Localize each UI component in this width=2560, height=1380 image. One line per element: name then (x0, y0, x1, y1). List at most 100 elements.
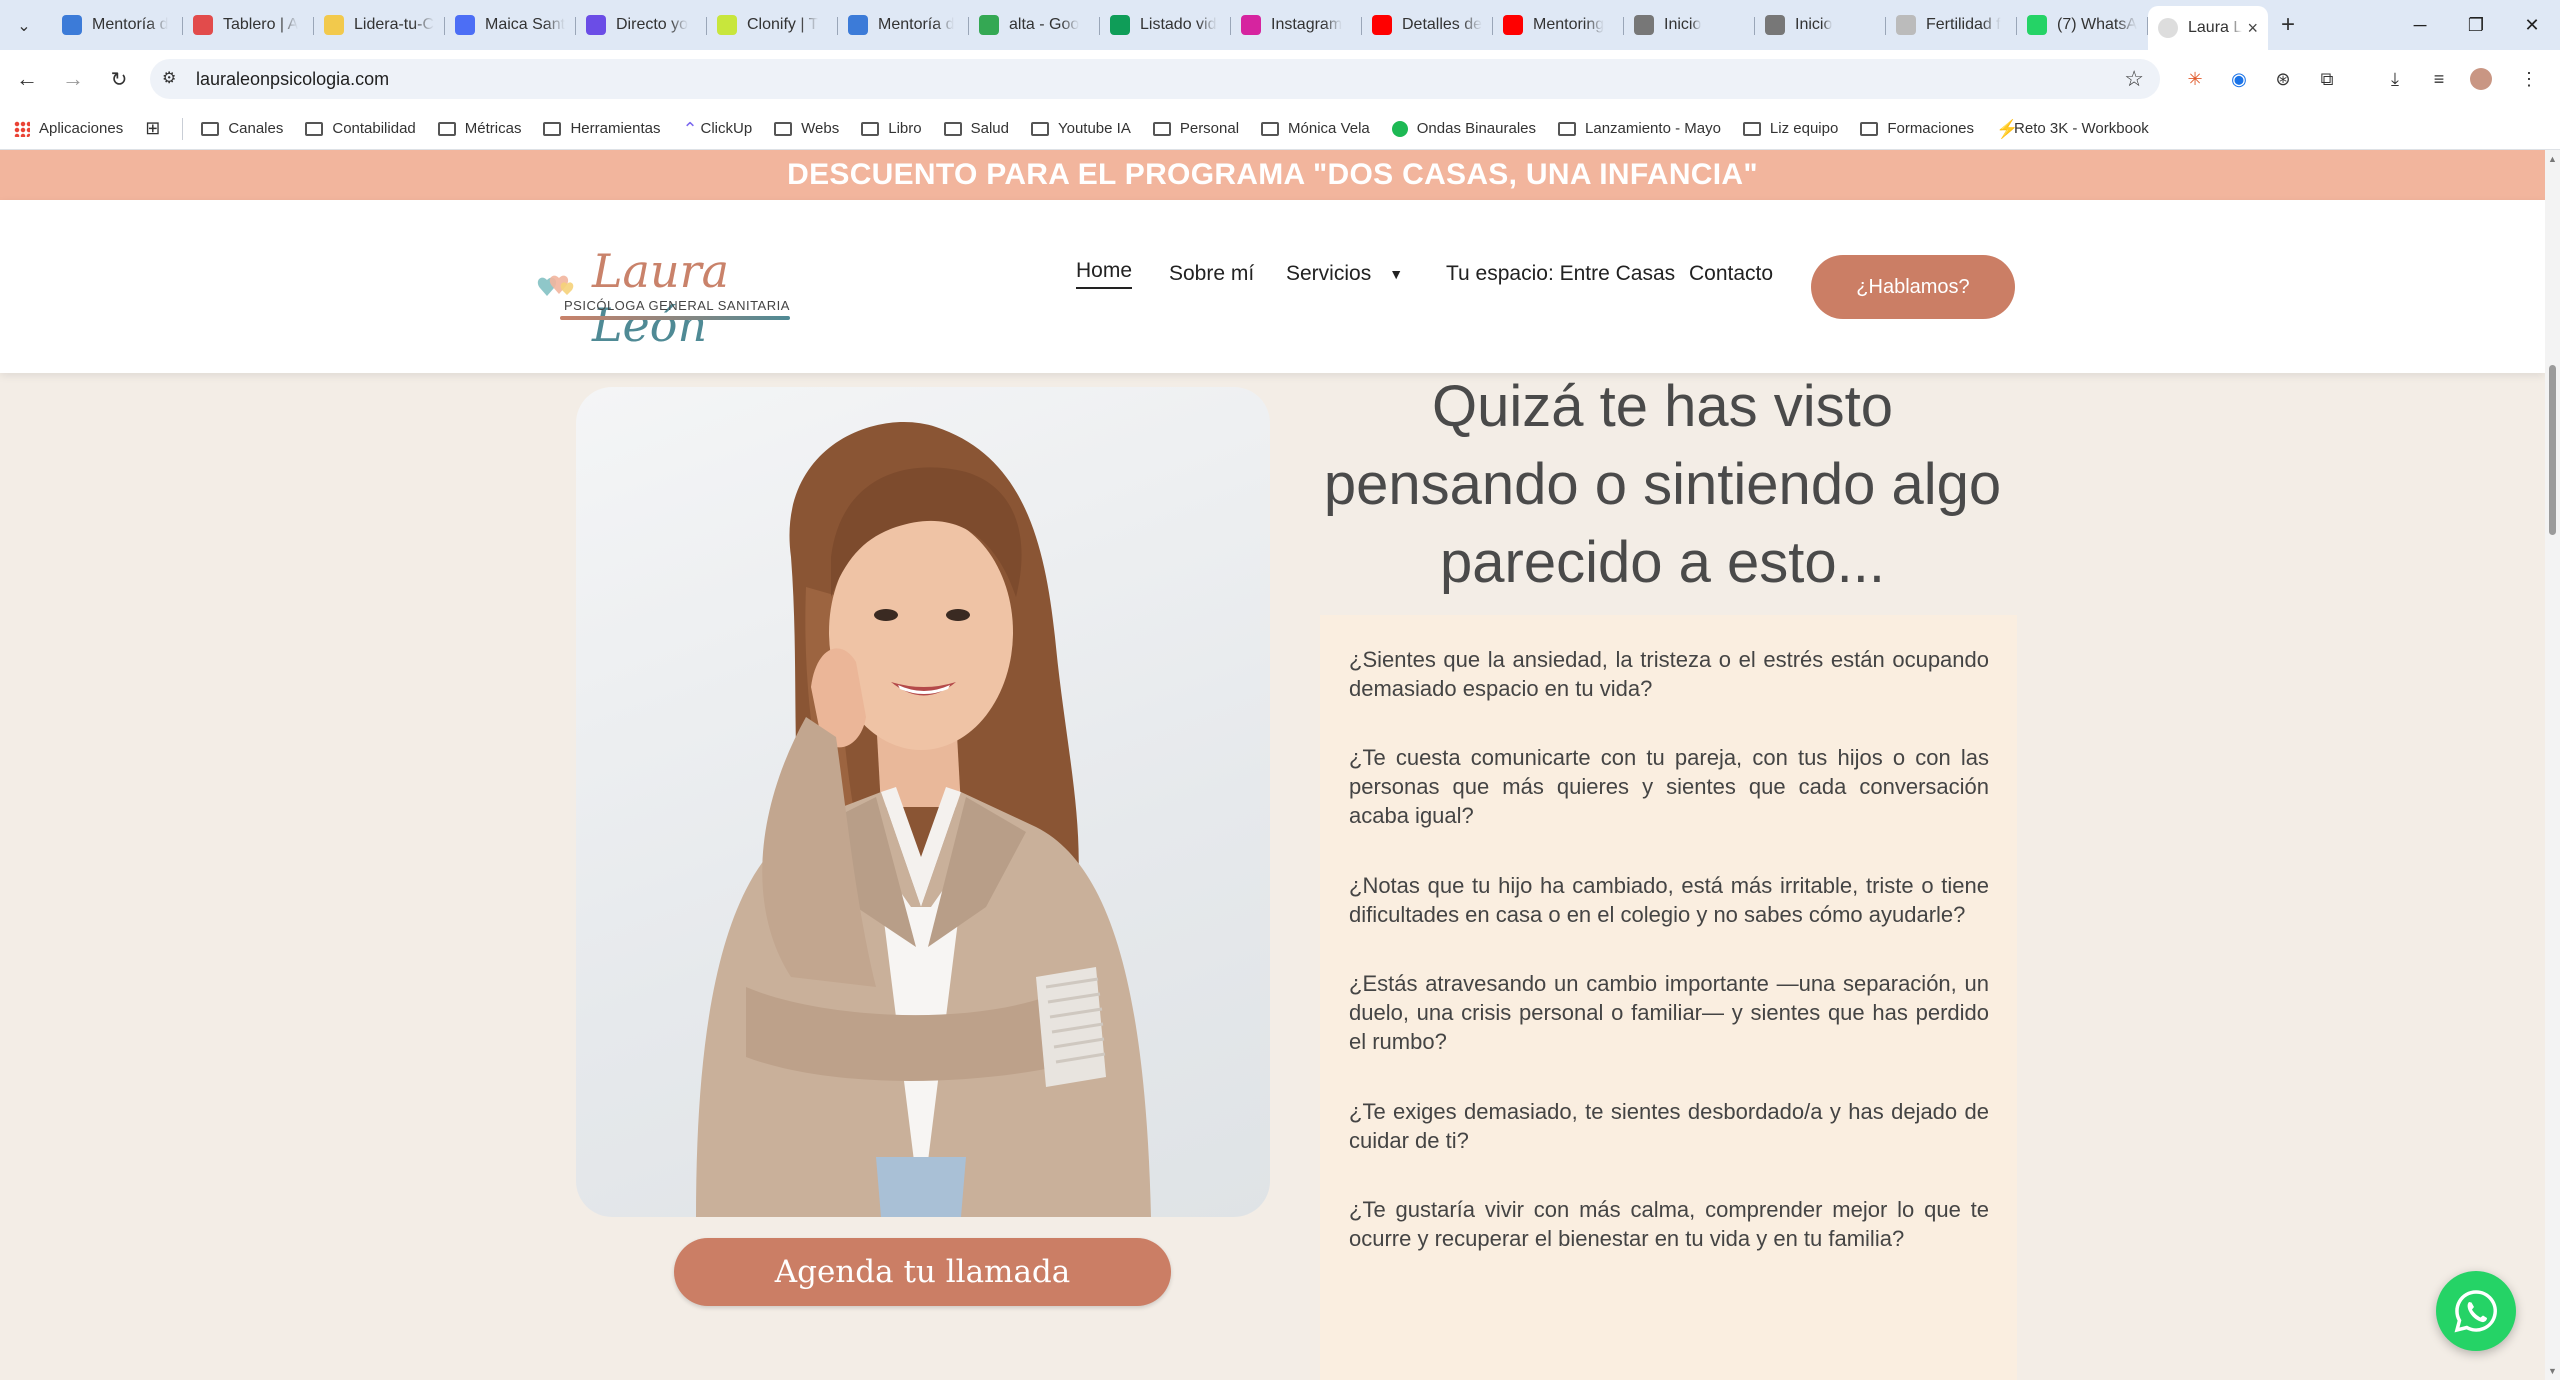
site-logo[interactable]: Laura León PSICÓLOGA GENERAL SANITARIA (532, 244, 802, 352)
bookmark-item[interactable]: ⚡ Reto 3K - Workbook (1996, 120, 2149, 138)
browser-tab[interactable]: Detalles de (1362, 6, 1493, 44)
bookmark-item[interactable]: Ondas Binaurales (1391, 120, 1537, 137)
question-item: ¿Notas que tu hijo ha cambiado, está más… (1349, 873, 1989, 927)
bookmark-label: Youtube IA (1057, 120, 1131, 137)
browser-menu-icon[interactable]: ⋮ (2516, 66, 2542, 92)
bookmark-item[interactable]: Formaciones (1860, 120, 1974, 137)
bookmark-item[interactable]: Salud (943, 120, 1009, 137)
back-arrow-icon[interactable]: ← (12, 64, 42, 94)
bookmark-label: Lanzamiento - Mayo (1585, 120, 1721, 137)
nav-space[interactable]: Tu espacio: Entre Casas (1446, 262, 1675, 286)
bookmark-separator (182, 117, 184, 140)
question-item: ¿Estás atravesando un cambio importante … (1349, 971, 1989, 1054)
close-window-icon[interactable]: ✕ (2504, 0, 2560, 50)
bookmark-label: Herramientas (570, 120, 661, 137)
minimize-icon[interactable]: ─ (2392, 0, 2448, 50)
tab-groups-grid-icon[interactable]: ⊞ (145, 118, 160, 139)
s-logo-icon (62, 15, 82, 35)
page-scrollbar[interactable]: ▲ ▼ (2545, 150, 2560, 1380)
youtube-icon (1503, 15, 1523, 35)
folder-icon (774, 121, 793, 136)
browser-tab[interactable]: (7) WhatsA (2017, 6, 2148, 44)
bookmark-item[interactable]: Contabilidad (305, 120, 416, 137)
nav-home[interactable]: Home (1076, 259, 1133, 289)
browser-tab[interactable]: Inicio (1624, 6, 1755, 44)
tab-title: Instagram (1271, 16, 1343, 33)
browser-tab[interactable]: alta - Goo (969, 6, 1100, 44)
tab-title: Mentoría d (878, 16, 955, 33)
bookmark-label: Liz equipo (1769, 120, 1839, 137)
url-text[interactable]: lauraleonpsicologia.com (196, 69, 389, 90)
profile-avatar[interactable] (2470, 68, 2492, 90)
bookmark-label: Webs (801, 120, 840, 137)
bookmark-item[interactable]: Libro (861, 120, 922, 137)
tab-title: alta - Goo (1009, 16, 1080, 33)
bookmark-item[interactable]: Youtube IA (1030, 120, 1131, 137)
hablamos-button[interactable]: ¿Hablamos? (1811, 255, 2015, 319)
browser-tab[interactable]: Maica Sant (445, 6, 576, 44)
extension-claude-icon[interactable]: ✳ (2182, 66, 2208, 92)
bookmark-item[interactable]: Herramientas (543, 120, 660, 137)
scrollbar-thumb[interactable] (2549, 365, 2556, 535)
forward-arrow-icon[interactable]: → (58, 64, 88, 94)
clonify-icon (717, 15, 737, 35)
browser-tab[interactable]: Inicio (1755, 6, 1886, 44)
extension-lens-icon[interactable]: ◉ (2226, 66, 2252, 92)
browser-tab[interactable]: Mentoría d (52, 6, 183, 44)
scroll-down-arrow-icon[interactable]: ▼ (2548, 1366, 2557, 1376)
agenda-llamada-button[interactable]: Agenda tu llamada (674, 1238, 1171, 1306)
close-tab-icon[interactable]: × (2247, 18, 2258, 39)
nav-contact[interactable]: Contacto (1689, 262, 1773, 286)
bookmark-item[interactable]: Lanzamiento - Mayo (1558, 120, 1721, 137)
scroll-up-arrow-icon[interactable]: ▲ (2548, 154, 2557, 164)
bookmark-label: Reto 3K - Workbook (2014, 120, 2149, 137)
nav-services[interactable]: Servicios ▼ (1286, 262, 1403, 286)
browser-tab[interactable]: Mentoría d (838, 6, 969, 44)
promo-banner[interactable]: DESCUENTO PARA EL PROGRAMA "DOS CASAS, U… (0, 150, 2545, 200)
tab-title: Inicio (1664, 16, 1702, 33)
extension-openai-icon[interactable]: ⊛ (2270, 66, 2296, 92)
browser-tab[interactable]: Directo yo (576, 6, 707, 44)
bookmark-item[interactable]: Canales (201, 120, 283, 137)
new-tab-plus-icon[interactable]: + (2268, 6, 2308, 44)
nav-services-label: Servicios (1286, 262, 1372, 285)
browser-tab[interactable]: Listado vid (1100, 6, 1231, 44)
browser-tab[interactable]: Instagram (1231, 6, 1362, 44)
browser-tab[interactable]: Fertilidad f (1886, 6, 2017, 44)
bookmark-item[interactable]: ⌃ ClickUp (682, 120, 752, 138)
browser-tab[interactable]: Lidera-tu-C (314, 6, 445, 44)
google-drive-icon (979, 15, 999, 35)
media-controls-icon[interactable]: ≡ (2426, 66, 2452, 92)
browser-tab-active[interactable]: Laura L × (2148, 6, 2268, 50)
browser-tab[interactable]: Mentoring (1493, 6, 1624, 44)
chat-bubble-icon (586, 15, 606, 35)
browser-tab[interactable]: Tablero | A (183, 6, 314, 44)
address-bar[interactable]: ⚙ lauraleonpsicologia.com ☆ (150, 59, 2160, 99)
tab-title: Inicio (1795, 16, 1833, 33)
folder-icon (943, 121, 962, 136)
tab-search-chevron-icon[interactable]: ⌄ (10, 12, 38, 40)
tab-title: Tablero | A (223, 16, 299, 33)
bookmark-item[interactable]: Webs (774, 120, 839, 137)
dropdown-caret-icon[interactable]: ▼ (1389, 266, 1403, 282)
bookmark-label: Ondas Binaurales (1416, 120, 1537, 137)
extensions-puzzle-icon[interactable]: ⧉ (2314, 66, 2340, 92)
whatsapp-chat-button[interactable] (2436, 1271, 2516, 1351)
section-headline: Quizá te has visto pensando o sintiendo … (1323, 374, 2002, 595)
site-header: Laura León PSICÓLOGA GENERAL SANITARIA H… (0, 200, 2545, 373)
bookmark-item[interactable]: Mónica Vela (1261, 120, 1370, 137)
browser-tab[interactable]: Clonify | T (707, 6, 838, 44)
bookmark-item[interactable]: Liz equipo (1742, 120, 1839, 137)
globe-icon (1634, 15, 1654, 35)
folder-icon (437, 121, 456, 136)
download-icon[interactable]: ⤓ (2382, 66, 2408, 92)
bookmark-item[interactable]: Métricas (437, 120, 521, 137)
question-item: ¿Sientes que la ansiedad, la tristeza o … (1349, 647, 1989, 701)
reload-icon[interactable]: ↻ (104, 64, 134, 94)
bookmark-item[interactable]: Personal (1152, 120, 1239, 137)
nav-about[interactable]: Sobre mí (1169, 262, 1254, 286)
bookmark-item[interactable]: Aplicaciones (14, 120, 123, 137)
bookmark-star-icon[interactable]: ☆ (2124, 66, 2144, 92)
site-info-icon[interactable]: ⚙ (162, 68, 176, 88)
restore-icon[interactable]: ❐ (2448, 0, 2504, 50)
